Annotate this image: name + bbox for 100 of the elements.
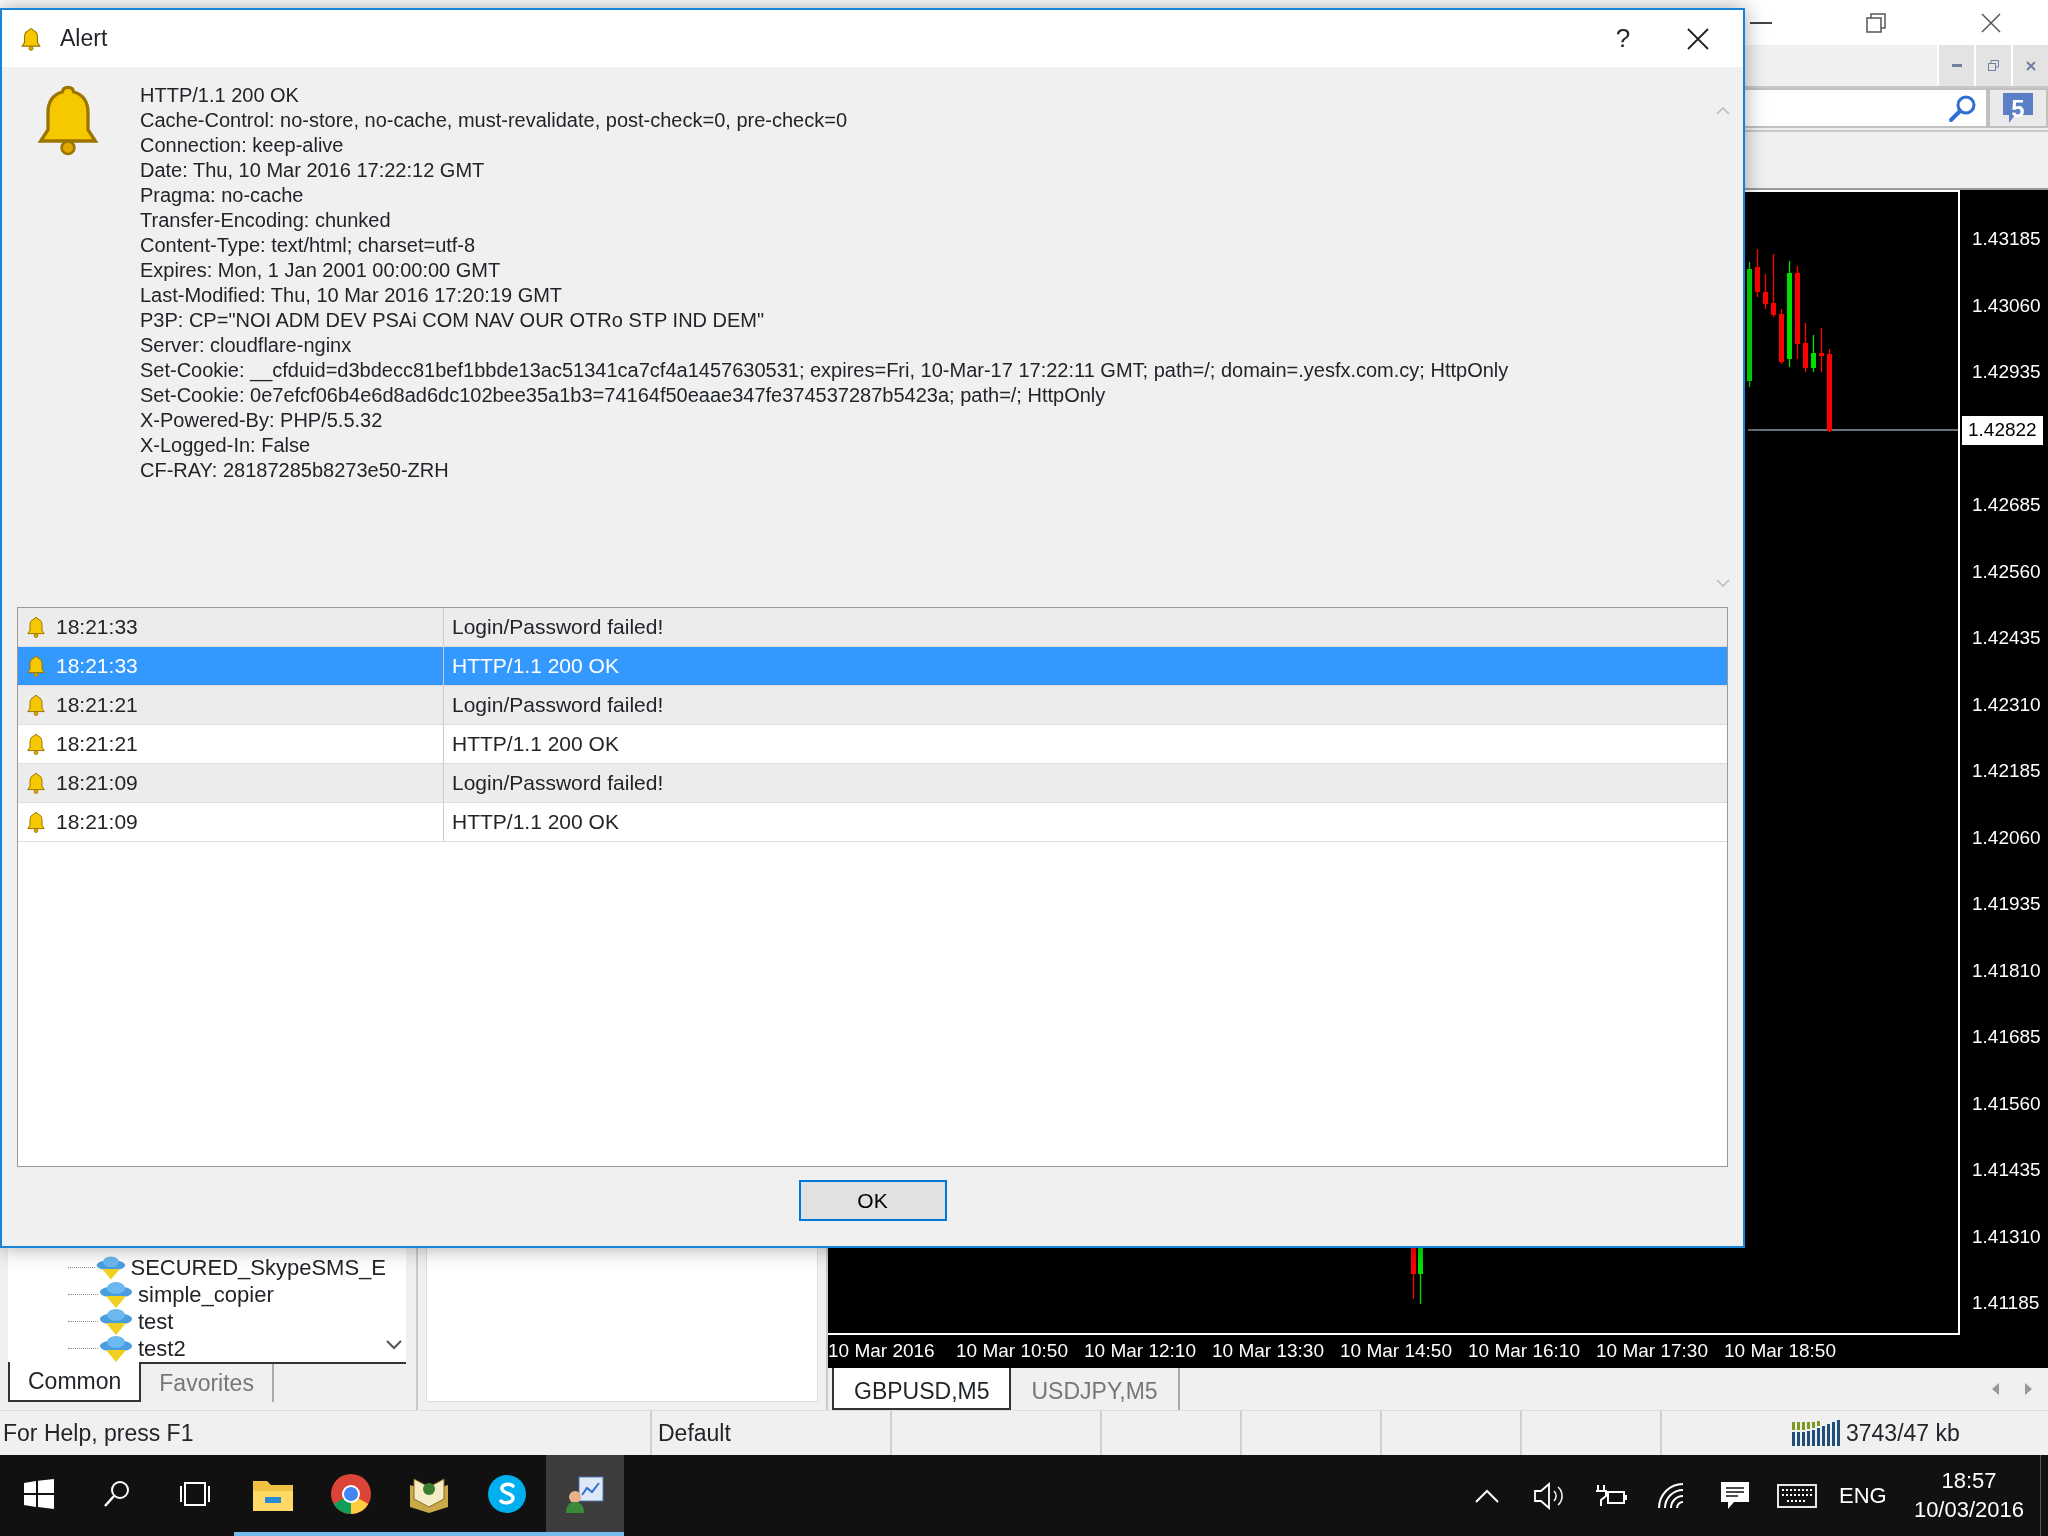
notifications-button[interactable]: 5: [1988, 88, 2048, 128]
time-label: 10 Mar 16:10: [1468, 1340, 1580, 1362]
time-label: 10 Mar 14:50: [1340, 1340, 1452, 1362]
candle: [1771, 253, 1776, 318]
price-label: 1.41685: [1972, 1025, 2041, 1049]
alert-row[interactable]: 18:21:09 HTTP/1.1 200 OK: [18, 803, 1727, 842]
windows-start-icon[interactable]: [24, 1478, 54, 1509]
price-label: 1.41935: [1972, 892, 2041, 916]
restore-icon[interactable]: [1865, 12, 1886, 33]
header-line: Transfer-Encoding: chunked: [140, 208, 391, 233]
alert-message: HTTP/1.1 200 OK: [452, 732, 619, 756]
close-icon[interactable]: [1980, 12, 2001, 33]
price-label: 1.41310: [1972, 1224, 2041, 1249]
price-label: 1.42060: [1972, 825, 2041, 850]
bell-icon: [24, 771, 48, 795]
notification-icon[interactable]: [1719, 1480, 1750, 1511]
alert-message: HTTP/1.1 200 OK: [452, 810, 619, 834]
bell-icon: [24, 732, 48, 756]
bell-icon: [24, 615, 48, 639]
price-label: 1.42935: [1972, 360, 2041, 384]
time-label: 10 Mar 18:50: [1724, 1340, 1836, 1362]
chart-tab[interactable]: USDJPY,M5: [1011, 1368, 1180, 1410]
language-indicator[interactable]: ENG: [1839, 1479, 1887, 1512]
candle: [1779, 308, 1784, 365]
header-line: X-Logged-In: False: [140, 433, 311, 458]
candle: [1411, 1246, 1416, 1300]
time-label: 10 Mar 13:30: [1212, 1340, 1324, 1362]
close-icon[interactable]: [2025, 60, 2036, 71]
navigator-tab[interactable]: Favorites: [141, 1364, 274, 1402]
alert-row[interactable]: 18:21:09 Login/Password failed!: [18, 764, 1727, 803]
current-price-label: 1.42822: [1962, 416, 2043, 445]
header-line: X-Powered-By: PHP/5.5.32: [140, 408, 383, 433]
chart-tab[interactable]: GBPUSD,M5: [832, 1368, 1012, 1410]
traffic-status: 3743/47 kb: [1846, 1418, 1960, 1448]
minimize-icon[interactable]: [1749, 20, 1772, 25]
alert-time: 18:21:33: [56, 614, 138, 641]
speech-bubble-icon: [2001, 91, 2035, 125]
candle: [1811, 334, 1816, 373]
time-label: 10 Mar 12:10: [1084, 1340, 1196, 1362]
close-icon: [1687, 27, 1709, 50]
alert-message: Login/Password failed!: [452, 693, 664, 717]
alert-message: Login/Password failed!: [452, 771, 664, 795]
speaker-icon[interactable]: [1532, 1481, 1565, 1510]
header-line: Content-Type: text/html; charset=utf-8: [140, 233, 476, 258]
price-label: 1.41185: [1972, 1291, 2040, 1315]
header-line: Server: cloudflare-nginx: [140, 333, 352, 358]
alert-message: HTTP/1.1 200 OK: [452, 654, 619, 678]
tree-item[interactable]: SECURED_SkypeSMS_E: [130, 1251, 386, 1284]
bell-icon: [24, 693, 48, 717]
bell-icon: [24, 654, 48, 678]
round-logo-icon[interactable]: [330, 1472, 372, 1515]
price-label: 1.42435: [1972, 626, 2041, 650]
price-label: 1.43185: [1972, 227, 2041, 251]
battery-plug-icon[interactable]: [1593, 1482, 1628, 1509]
bell-icon: [18, 25, 44, 52]
alert-time: 18:21:33: [56, 653, 138, 680]
alert-time: 18:21:09: [56, 770, 138, 797]
task-view-icon[interactable]: [177, 1480, 213, 1507]
alert-time: 18:21:21: [56, 692, 138, 719]
alert-row[interactable]: 18:21:33 Login/Password failed!: [18, 608, 1727, 647]
header-line: Expires: Mon, 1 Jan 2001 00:00:00 GMT: [140, 258, 501, 283]
price-label: 1.42685: [1972, 493, 2041, 517]
price-label: 1.41435: [1972, 1158, 2041, 1182]
ok-button[interactable]: OK: [798, 1180, 947, 1221]
header-line: Cache-Control: no-store, no-cache, must-revalidate, post-check=0, pre-check=0: [140, 108, 847, 133]
search-icon: [1948, 93, 1978, 123]
alert-message: Login/Password failed!: [452, 615, 664, 639]
navigator-tab[interactable]: Common: [8, 1362, 142, 1402]
header-line: HTTP/1.1 200 OK: [140, 83, 299, 108]
header-line: Date: Thu, 10 Mar 2016 17:22:12 GMT: [140, 158, 485, 183]
status-help-text: For Help, press F1: [3, 1419, 194, 1446]
chevron-up-icon[interactable]: [1474, 1488, 1499, 1503]
price-label: 1.41560: [1972, 1091, 2041, 1116]
candle: [1763, 273, 1768, 310]
price-label: 1.42310: [1972, 692, 2041, 717]
candle: [1755, 248, 1760, 298]
candle: [1418, 1246, 1423, 1305]
header-line: Set-Cookie: __cfduid=d3bdecc81bef1bbde13ac51341ca7cf4a1457630531; expires=Fri, 10-Mar-17 17:22:11 GMT; path=/; domain=.yesfx.com.cy; HttpOnly: [140, 358, 1509, 383]
keyboard-icon[interactable]: [1776, 1483, 1817, 1508]
scroll-down-icon[interactable]: [386, 1339, 402, 1350]
header-line: CF-RAY: 28187285b8273e50-ZRH: [140, 458, 449, 483]
profile-status: Default: [658, 1418, 731, 1448]
search-icon[interactable]: [102, 1478, 132, 1509]
header-line: Last-Modified: Thu, 10 Mar 2016 17:20:19 GMT: [140, 283, 563, 308]
chart-window-icon[interactable]: [565, 1474, 605, 1513]
candle: [1803, 322, 1808, 373]
header-line: Pragma: no-cache: [140, 183, 304, 208]
time-label: 10 Mar 2016: [828, 1340, 935, 1362]
clock[interactable]: 18:57 10/03/2016: [1897, 1466, 2040, 1525]
restore-icon[interactable]: [1988, 60, 1999, 71]
connection-bars-icon: [1792, 1420, 1840, 1446]
alert-time: 18:21:21: [56, 731, 138, 758]
help-button[interactable]: ?: [1593, 19, 1653, 58]
alert-row[interactable]: 18:21:21 Login/Password failed!: [18, 686, 1727, 725]
bell-icon: [24, 810, 48, 834]
header-line: Set-Cookie: 0e7efcf06b4e6d8ad6dc102bee35a1b3=74164f50eaae347fe374537287b5423a; path=/; HttpOnly: [140, 383, 1106, 408]
header-line: P3P: CP="NOI ADM DEV PSAi COM NAV OUR OTRo STP IND DEM": [140, 308, 765, 333]
round-badge-icon[interactable]: [487, 1473, 527, 1514]
price-label: 1.42185: [1972, 759, 2041, 783]
dialog-title: Alert: [60, 24, 108, 54]
